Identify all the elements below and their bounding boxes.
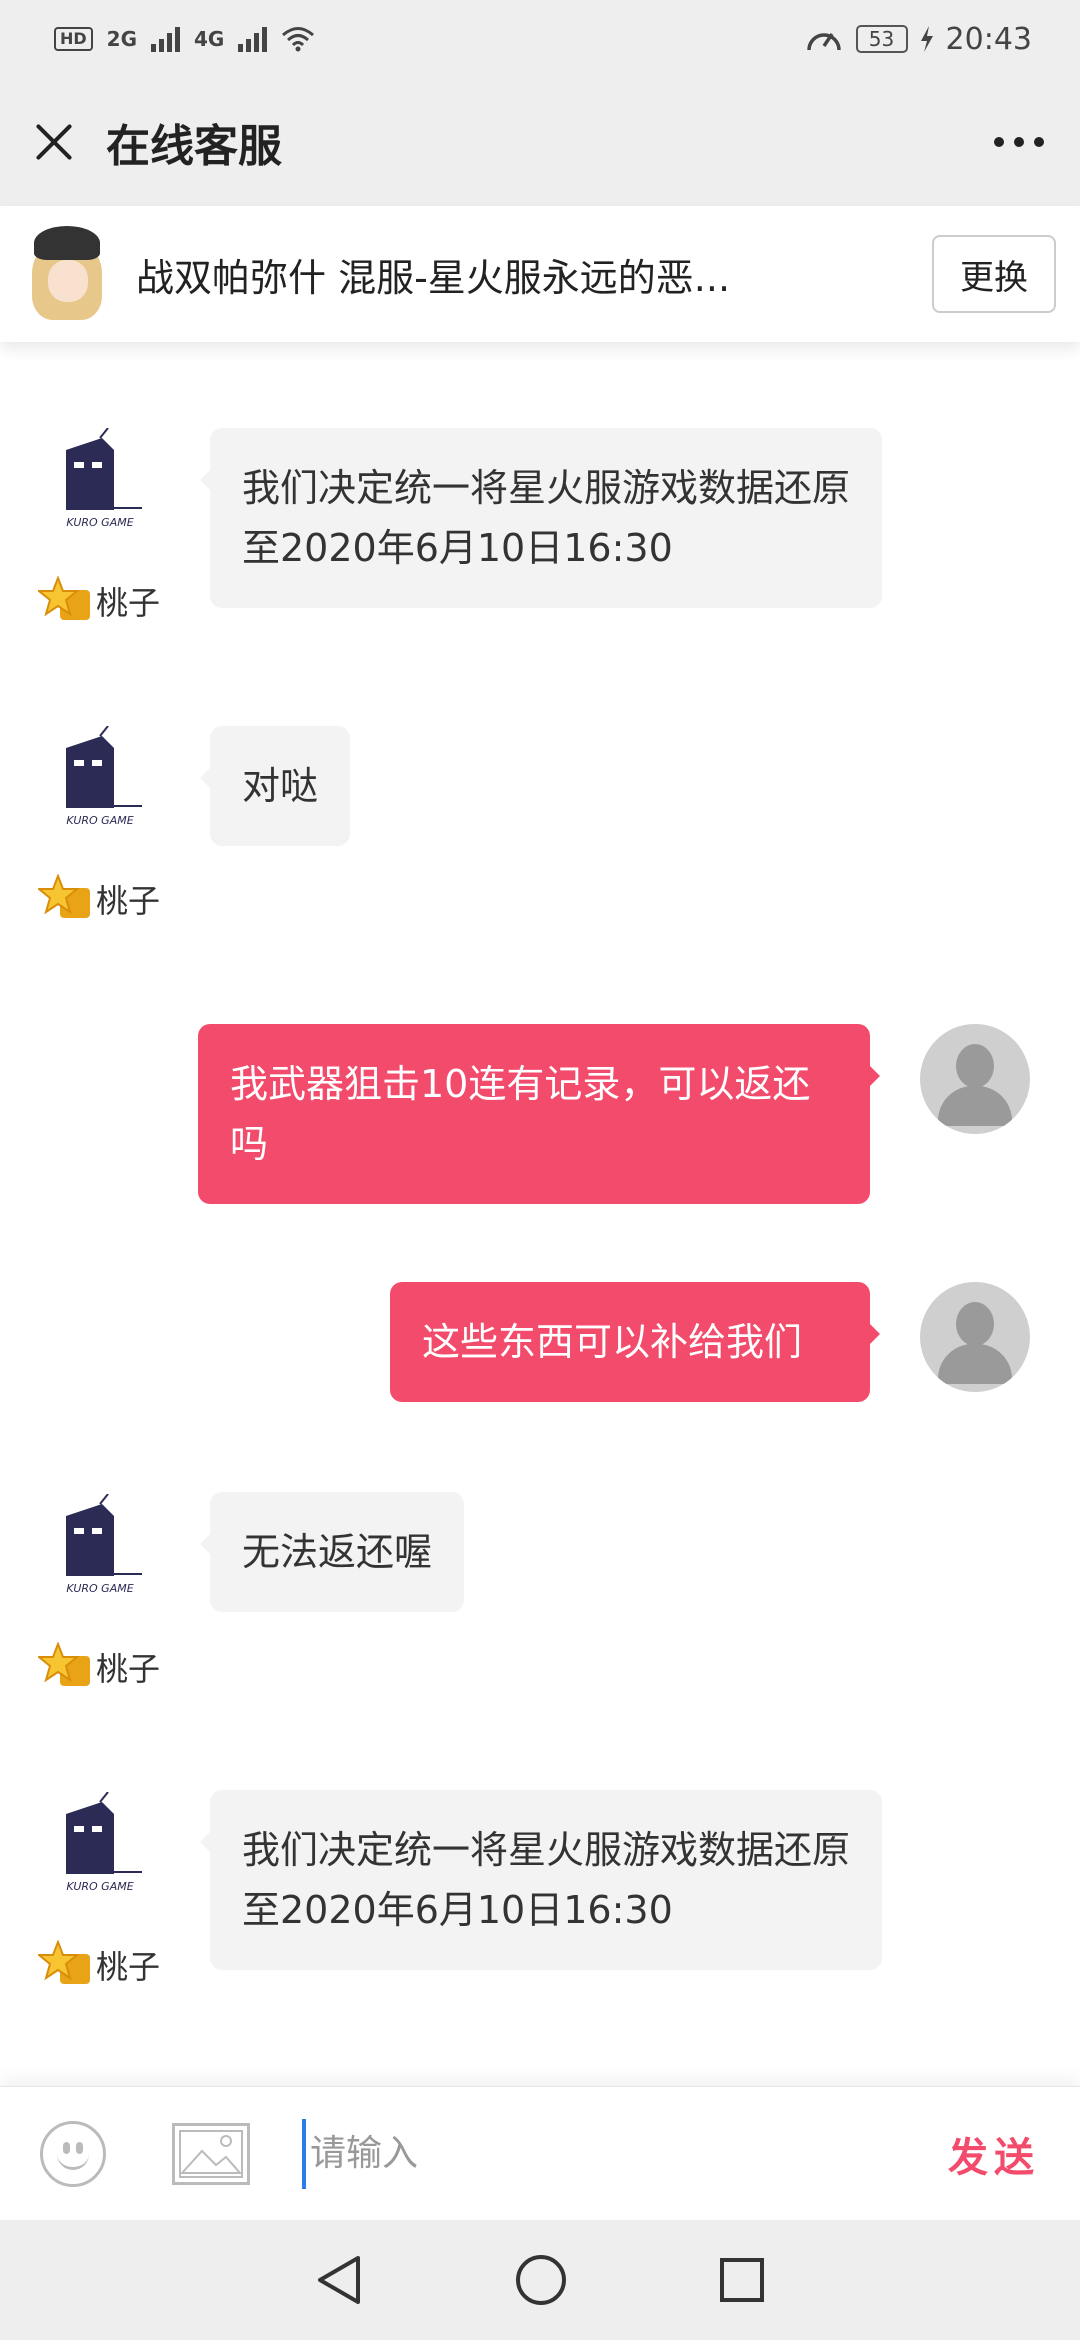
input-bar: 发送 <box>0 2086 1080 2220</box>
game-avatar <box>24 226 110 322</box>
back-icon[interactable] <box>314 2254 364 2306</box>
kuro-game-logo: KURO GAME <box>66 428 142 529</box>
user-avatar <box>920 1024 1030 1134</box>
emoji-icon[interactable] <box>40 2120 106 2187</box>
star-badge-icon <box>38 576 90 620</box>
kuro-game-logo: KURO GAME <box>66 1494 142 1595</box>
wifi-icon <box>282 27 315 52</box>
game-bar: 战双帕弥什 混服-星火服永远的恶... 更换 <box>0 206 1080 342</box>
system-nav-bar <box>0 2220 1080 2340</box>
kuro-logo-text: KURO GAME <box>66 814 133 827</box>
incoming-message: 我们决定统一将星火服游戏数据还原至2020年6月10日16:30 <box>200 428 882 608</box>
send-button[interactable]: 发送 <box>948 2125 1040 2183</box>
agent-name-row: 桃子 <box>38 576 160 626</box>
agent-name-row: 桃子 <box>38 1940 160 1990</box>
agent-name: 桃子 <box>96 882 161 920</box>
incoming-message: 对哒 <box>199 726 351 846</box>
message-input[interactable] <box>302 2118 882 2189</box>
clock: 20:43 <box>945 21 1032 57</box>
recents-icon[interactable] <box>718 2256 766 2304</box>
status-left: HD 2G 4G <box>54 26 315 52</box>
game-name: 战双帕弥什 混服-星火服永远的恶... <box>136 255 731 300</box>
star-badge-icon <box>38 1940 90 1984</box>
more-icon[interactable] <box>994 137 1044 147</box>
kuro-game-logo: KURO GAME <box>66 1792 142 1893</box>
outgoing-message: 我武器狙击10连有记录，可以返还吗 <box>198 1024 880 1204</box>
agent-name: 桃子 <box>96 1650 161 1688</box>
status-right: 53 20:43 <box>804 22 1032 57</box>
kuro-logo-text: KURO GAME <box>66 1582 133 1595</box>
kuro-game-logo: KURO GAME <box>66 726 142 827</box>
speedometer-icon <box>806 33 841 51</box>
incoming-message: 我们决定统一将星火服游戏数据还原至2020年6月10日16:30 <box>200 1790 882 1970</box>
sim2-label: 4G <box>194 27 225 51</box>
change-game-button[interactable]: 更换 <box>932 235 1056 313</box>
kuro-logo-text: KURO GAME <box>66 516 133 529</box>
hd-badge: HD <box>54 27 93 51</box>
chat-area[interactable]: KURO GAME 我们决定统一将星火服游戏数据还原至2020年6月10日16:… <box>0 342 1080 2086</box>
incoming-message: 无法返还喔 <box>199 1492 465 1612</box>
agent-name-row: 桃子 <box>38 1642 160 1692</box>
agent-name: 桃子 <box>96 584 161 622</box>
home-icon[interactable] <box>514 2253 568 2307</box>
outgoing-message: 这些东西可以补给我们 <box>390 1282 880 1402</box>
page-title: 在线客服 <box>106 121 282 172</box>
agent-name-row: 桃子 <box>38 874 160 924</box>
agent-name: 桃子 <box>96 1948 161 1986</box>
charging-icon <box>920 26 933 52</box>
status-bar: HD 2G 4G 53 20:43 <box>0 0 1080 78</box>
battery-indicator: 53 <box>855 25 908 53</box>
signal-icon <box>151 26 181 52</box>
kuro-logo-text: KURO GAME <box>66 1880 133 1893</box>
title-bar: 在线客服 <box>0 78 1080 206</box>
signal-icon-2 <box>238 26 268 52</box>
star-badge-icon <box>38 1642 90 1686</box>
star-badge-icon <box>38 874 90 918</box>
user-avatar <box>920 1282 1030 1392</box>
sim1-label: 2G <box>106 27 138 51</box>
image-icon[interactable] <box>172 2122 250 2185</box>
close-icon[interactable] <box>32 120 76 164</box>
